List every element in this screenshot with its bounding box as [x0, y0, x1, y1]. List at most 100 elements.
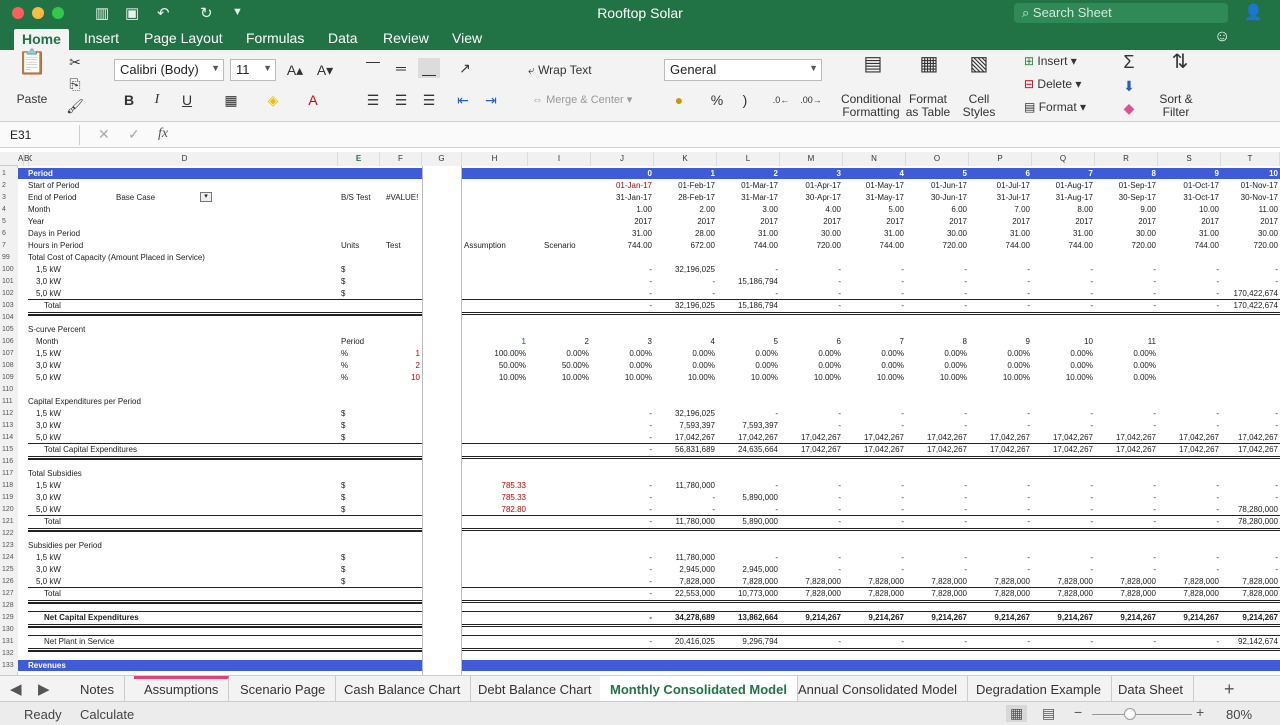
- row-number[interactable]: 117: [0, 468, 18, 480]
- align-top-icon[interactable]: ⎺: [362, 58, 384, 78]
- normal-view-icon[interactable]: ▦: [1006, 705, 1028, 722]
- scroll-tabs-left-icon[interactable]: ◀: [10, 680, 22, 698]
- row-number[interactable]: 105: [0, 324, 18, 336]
- insert-function-button[interactable]: fx: [158, 126, 168, 142]
- column-header-i[interactable]: I: [528, 152, 591, 166]
- row-number[interactable]: 133: [0, 660, 18, 672]
- row-number[interactable]: 125: [0, 564, 18, 576]
- underline-button[interactable]: U: [176, 90, 198, 110]
- sheet-tab-annual-consolidated-model[interactable]: Annual Consolidated Model: [788, 676, 968, 701]
- sheet-tab-notes[interactable]: Notes: [70, 676, 125, 701]
- column-header-l[interactable]: L: [717, 152, 780, 166]
- font-color-icon[interactable]: A: [302, 90, 324, 110]
- fill-icon[interactable]: ⬇: [1118, 76, 1140, 96]
- case-dropdown-icon[interactable]: ▾: [200, 192, 212, 202]
- tab-page-layout[interactable]: Page Layout: [144, 30, 223, 46]
- column-header-r[interactable]: R: [1095, 152, 1158, 166]
- align-left-icon[interactable]: ☰: [362, 90, 384, 110]
- column-header-s[interactable]: S: [1158, 152, 1221, 166]
- percent-style-button[interactable]: %: [706, 90, 728, 110]
- row-number[interactable]: 108: [0, 360, 18, 372]
- number-format-select[interactable]: General ▼: [664, 59, 822, 81]
- row-number[interactable]: 4: [0, 204, 18, 216]
- zoom-slider[interactable]: [1092, 714, 1192, 715]
- italic-button[interactable]: I: [146, 90, 168, 110]
- autosum-icon[interactable]: Σ: [1118, 52, 1140, 72]
- decrease-decimal-icon[interactable]: .00→: [800, 90, 822, 110]
- page-layout-view-icon[interactable]: ▤: [1042, 705, 1055, 722]
- merge-center-button[interactable]: ⇔ Merge & Center ▾: [532, 94, 632, 107]
- column-header-q[interactable]: Q: [1032, 152, 1095, 166]
- align-bottom-icon[interactable]: ⎽: [418, 58, 440, 78]
- row-number[interactable]: 7: [0, 240, 18, 252]
- sheet-tab-degradation-example[interactable]: Degradation Example: [966, 676, 1113, 701]
- decrease-font-size-icon[interactable]: A▾: [314, 60, 336, 80]
- row-number[interactable]: 118: [0, 480, 18, 492]
- row-number[interactable]: 103: [0, 300, 18, 312]
- sort-filter-button[interactable]: Sort & Filter: [1154, 93, 1198, 119]
- formula-input[interactable]: [184, 126, 1264, 144]
- add-sheet-icon[interactable]: +: [1224, 679, 1235, 700]
- fill-color-icon[interactable]: ◈: [262, 90, 284, 110]
- cut-icon[interactable]: ✂: [64, 52, 86, 72]
- row-number[interactable]: 130: [0, 624, 18, 636]
- format-painter-icon[interactable]: 🖌: [64, 96, 86, 116]
- cell-styles-icon[interactable]: ▧: [964, 54, 994, 74]
- row-number[interactable]: 122: [0, 528, 18, 540]
- column-header-m[interactable]: M: [780, 152, 843, 166]
- sort-filter-icon[interactable]: ⇅: [1160, 52, 1200, 72]
- sheet-tab-debt-balance-chart[interactable]: Debt Balance Chart: [468, 676, 603, 701]
- zoom-out-icon[interactable]: −: [1074, 704, 1082, 720]
- scroll-tabs-right-icon[interactable]: ▶: [38, 680, 50, 698]
- row-number[interactable]: 116: [0, 456, 18, 468]
- tab-data[interactable]: Data: [328, 30, 358, 46]
- column-header-o[interactable]: O: [906, 152, 969, 166]
- row-number[interactable]: 132: [0, 648, 18, 660]
- row-number[interactable]: 99: [0, 252, 18, 264]
- column-header-p[interactable]: P: [969, 152, 1032, 166]
- row-number[interactable]: 131: [0, 636, 18, 648]
- accounting-format-icon[interactable]: ●: [668, 90, 690, 110]
- wrap-text-button[interactable]: ⤶ Wrap Text: [528, 64, 592, 77]
- column-header-h[interactable]: H: [462, 152, 528, 166]
- feedback-smiley-icon[interactable]: ☺: [1214, 28, 1230, 46]
- row-number[interactable]: 127: [0, 588, 18, 600]
- row-number[interactable]: 112: [0, 408, 18, 420]
- confirm-edit-icon[interactable]: ✓: [128, 126, 140, 143]
- zoom-slider-thumb[interactable]: [1124, 708, 1136, 720]
- row-number[interactable]: 120: [0, 504, 18, 516]
- increase-indent-icon[interactable]: ⇥: [480, 90, 502, 110]
- sheet-tab-data-sheet[interactable]: Data Sheet: [1108, 676, 1195, 701]
- row-number[interactable]: 104: [0, 312, 18, 324]
- tab-insert[interactable]: Insert: [84, 30, 119, 46]
- cancel-edit-icon[interactable]: ✕: [98, 126, 110, 143]
- zoom-in-icon[interactable]: +: [1196, 704, 1204, 720]
- row-number[interactable]: 123: [0, 540, 18, 552]
- cell-styles-button[interactable]: Cell Styles: [958, 93, 1000, 119]
- row-number[interactable]: 121: [0, 516, 18, 528]
- clear-icon[interactable]: ◆: [1118, 98, 1140, 118]
- tab-home[interactable]: Home: [14, 29, 69, 51]
- column-header-t[interactable]: T: [1221, 152, 1280, 166]
- row-number[interactable]: 1: [0, 168, 18, 180]
- decrease-indent-icon[interactable]: ⇤: [452, 90, 474, 110]
- font-name-select[interactable]: Calibri (Body) ▼: [114, 59, 224, 81]
- tab-view[interactable]: View: [452, 30, 482, 46]
- row-number[interactable]: 111: [0, 396, 18, 408]
- row-number[interactable]: 124: [0, 552, 18, 564]
- column-header-k[interactable]: K: [654, 152, 717, 166]
- row-number[interactable]: 6: [0, 228, 18, 240]
- borders-icon[interactable]: ▦: [220, 90, 242, 110]
- row-number[interactable]: 113: [0, 420, 18, 432]
- font-size-select[interactable]: 11 ▼: [230, 59, 276, 81]
- tab-review[interactable]: Review: [383, 30, 429, 46]
- align-right-icon[interactable]: ☰: [418, 90, 440, 110]
- row-number[interactable]: 126: [0, 576, 18, 588]
- row-number[interactable]: 100: [0, 264, 18, 276]
- orientation-icon[interactable]: ↗: [454, 58, 476, 78]
- row-number[interactable]: 114: [0, 432, 18, 444]
- comma-style-button[interactable]: ): [734, 90, 756, 110]
- sheet-tab-cash-balance-chart[interactable]: Cash Balance Chart: [334, 676, 472, 701]
- increase-decimal-icon[interactable]: .0←: [770, 90, 792, 110]
- row-number[interactable]: 101: [0, 276, 18, 288]
